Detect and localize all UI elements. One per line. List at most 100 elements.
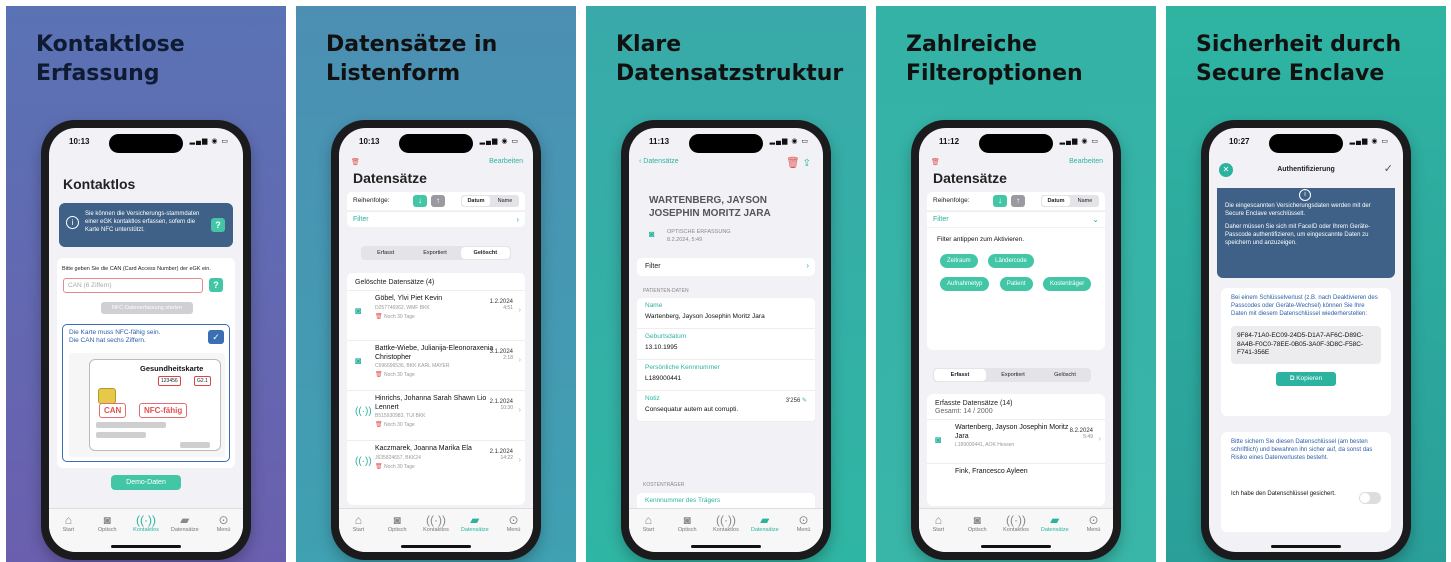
segment-geloescht[interactable]: Gelöscht	[1039, 368, 1091, 382]
filter-chip-laendercode[interactable]: Ländercode	[988, 254, 1034, 268]
field-note[interactable]: Notiz Consequatur autem aut corrupti. 3'…	[637, 391, 815, 422]
status-segment[interactable]: Erfasst Exportiert Gelöscht	[361, 246, 511, 260]
home-indicator	[981, 545, 1051, 548]
house-icon: ⌂	[644, 513, 653, 527]
list-item[interactable]: ◙ Wartenberg, Jayson Josephin Moritz Jar…	[927, 419, 1105, 463]
folder-icon: ▰	[760, 513, 770, 527]
help-button[interactable]: ?	[211, 218, 225, 232]
filter-chip-aufnahmetyp[interactable]: Aufnahmetyp	[940, 277, 990, 291]
filter-row[interactable]: Filter ›	[637, 258, 815, 276]
sort-option-name[interactable]: Name	[1071, 195, 1099, 207]
segment-erfasst[interactable]: Erfasst	[934, 369, 986, 381]
chevron-right-icon: ›	[516, 215, 519, 224]
nfc-icon: ((·))	[135, 513, 156, 527]
phone-screen: 10:13 ▂▄▆ ◉ ▭ 🗑 Bearbeiten Datensätze Re…	[339, 128, 533, 552]
toggle-label: Ich habe den Datenschlüssel gesichert.	[1231, 491, 1336, 497]
can-input[interactable]: CAN (6 Ziffern)	[63, 278, 203, 293]
home-indicator	[111, 545, 181, 548]
filter-chip-kostentraeger[interactable]: Kostenträger	[1042, 277, 1092, 291]
filter-row[interactable]: Filter ›	[347, 211, 525, 227]
trash-icon[interactable]: 🗑	[931, 158, 940, 166]
phone-frame: 10:27 ▂▄▆ ◉ ▭ ✕ Authentifizierung ✓ i Di…	[1201, 120, 1411, 560]
card-hint-text: Die Karte muss NFC-fähig sein. Die CAN h…	[69, 329, 199, 345]
headline-line-2: Datensatzstruktur	[616, 61, 844, 86]
list-item[interactable]: ◙ Battke-Wiebe, Julianija-Eleonoraxenia …	[347, 340, 525, 390]
checkmark-button[interactable]: ✓	[208, 330, 224, 344]
sort-down-icon[interactable]: ↓	[993, 195, 1007, 207]
share-icon[interactable]: ⇪	[803, 158, 811, 169]
list-item[interactable]: ((·)) Kaczmarek, Joanna Marika Ela J6358…	[347, 440, 525, 490]
tab-menu[interactable]: ⊙ Menü	[496, 513, 532, 552]
trash-icon[interactable]: 🗑	[786, 157, 800, 169]
camera-scan-icon: ◙	[649, 229, 655, 239]
dynamic-island	[979, 134, 1053, 153]
home-indicator	[401, 545, 471, 548]
tab-start[interactable]: ⌂ Start	[920, 513, 956, 552]
nfc-icon: ((·))	[715, 513, 736, 527]
info-banner: i Sie können die Versicherungs-stammdate…	[59, 203, 233, 247]
phone-screen: 10:13 ▂▄▆ ◉ ▭ Kontaktlos i Sie können di…	[49, 128, 243, 552]
list-item[interactable]: ((·)) Hinrichs, Johanna Sarah Shawn Lio …	[347, 390, 525, 440]
panel-security: Sicherheit durch Secure Enclave 10:27 ▂▄…	[1166, 6, 1446, 562]
status-segment[interactable]: Erfasst Exportiert Gelöscht	[933, 368, 1091, 382]
chevron-right-icon: ›	[518, 355, 521, 364]
segment-exportiert[interactable]: Exportiert	[410, 246, 459, 260]
key-saved-toggle[interactable]	[1359, 492, 1381, 504]
info-text-1: Die eingescannten Versicherungsdaten wer…	[1225, 203, 1371, 217]
sort-segment[interactable]: Datum Name	[1041, 195, 1099, 207]
demo-data-button[interactable]: Demo-Daten	[111, 475, 181, 490]
tab-start[interactable]: ⌂ Start	[340, 513, 376, 552]
segment-geloescht[interactable]: Gelöscht	[460, 247, 510, 259]
sort-option-name[interactable]: Name	[491, 195, 519, 207]
folder-icon: ▰	[470, 513, 480, 527]
panel-detail: Klare Datensatzstruktur 11:13 ▂▄▆ ◉ ▭ ‹ …	[586, 6, 866, 562]
tab-menu[interactable]: ⊙ Menü	[1076, 513, 1112, 552]
signal-battery-icon: ▂▄▆ ◉ ▭	[479, 138, 519, 145]
sort-up-icon[interactable]: ↑	[1011, 195, 1025, 207]
filter-chip-zeitraum[interactable]: Zeitraum	[940, 254, 978, 268]
copy-icon: ⧉	[1289, 374, 1295, 382]
tab-menu[interactable]: ⊙ Menü	[206, 513, 242, 552]
can-form: Bitte geben Sie die CAN (Card Access Num…	[57, 258, 235, 468]
nfc-start-button[interactable]: NFC-Datenerfassung starten	[101, 302, 193, 314]
row-name: Wartenberg, Jayson Josephin Moritz Jara	[955, 424, 1069, 440]
sort-down-icon[interactable]: ↓	[413, 195, 427, 207]
filter-row[interactable]: Filter ⌄	[927, 211, 1105, 227]
chevron-right-icon: ›	[1098, 434, 1101, 443]
checkmark-warning-icon[interactable]: ✓	[1384, 162, 1393, 175]
panel-list: Datensätze in Listenform 10:13 ▂▄▆ ◉ ▭ 🗑…	[296, 6, 576, 562]
list-item[interactable]: Fink, Francesco Ayleen	[927, 463, 1105, 483]
sort-option-datum[interactable]: Datum	[1042, 196, 1070, 206]
tab-start[interactable]: ⌂ Start	[50, 513, 86, 552]
info-banner: i Die eingescannten Versicherungsdaten w…	[1217, 188, 1395, 278]
key-value: 9F84-71A0-EC09-24D5-D1A7-AF6C-D89C-8A4B-…	[1231, 326, 1381, 364]
trash-icon[interactable]: 🗑	[351, 158, 360, 166]
row-subtitle: D257746962, WMF BKK	[375, 304, 430, 311]
trash-icon: 🗑	[375, 372, 383, 378]
field-personal-id: Persönliche Kennnummer L189000441	[637, 360, 815, 391]
phone-frame: 10:13 ▂▄▆ ◉ ▭ Kontaktlos i Sie können di…	[41, 120, 251, 560]
copy-button[interactable]: ⧉ Kopieren	[1276, 371, 1336, 386]
menu-icon: ⊙	[218, 513, 229, 527]
note-edit[interactable]: 3'256 ✎	[786, 397, 807, 404]
chevron-right-icon: ›	[518, 405, 521, 414]
sort-option-datum[interactable]: Datum	[462, 196, 490, 206]
tab-start[interactable]: ⌂ Start	[630, 513, 666, 552]
row-date: 1.2.2024 4:51	[489, 299, 513, 311]
chevron-right-icon: ›	[518, 305, 521, 314]
tab-menu[interactable]: ⊙ Menü	[786, 513, 822, 552]
camera-scan-icon: ◙	[973, 513, 981, 527]
list-item[interactable]: ◙ Göbel, Ylvi Piet Kevin D257746962, WMF…	[347, 290, 525, 340]
panel-headline: Sicherheit durch Secure Enclave	[1196, 30, 1436, 88]
filter-chip-patient[interactable]: Patient	[999, 277, 1033, 291]
sort-segment[interactable]: Datum Name	[461, 195, 519, 207]
segment-exportiert[interactable]: Exportiert	[987, 368, 1039, 382]
sort-up-icon[interactable]: ↑	[431, 195, 445, 207]
can-help-button[interactable]: ?	[209, 278, 223, 292]
segment-erfasst[interactable]: Erfasst	[361, 246, 410, 260]
edit-button[interactable]: Bearbeiten	[489, 158, 523, 165]
row-subtitle: J635824657, BKK24	[375, 454, 421, 461]
edit-button[interactable]: Bearbeiten	[1069, 158, 1103, 165]
status-time: 10:27	[1229, 137, 1250, 146]
back-button[interactable]: ‹ Datensätze	[639, 158, 679, 165]
